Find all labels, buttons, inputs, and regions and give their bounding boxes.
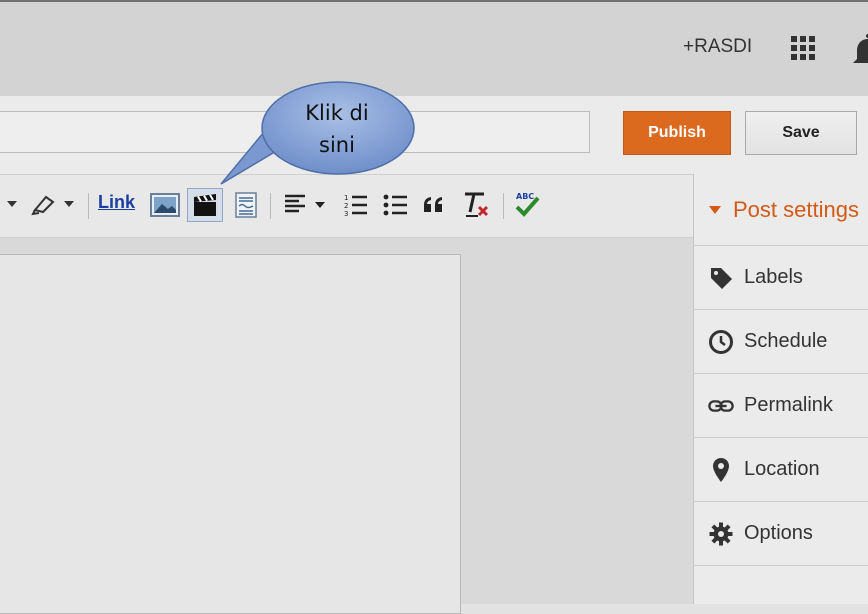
toolbar-separator bbox=[503, 193, 504, 219]
text-color-dropdown-icon[interactable] bbox=[4, 196, 20, 212]
caret-down-icon bbox=[709, 205, 721, 214]
insert-video-button[interactable] bbox=[187, 188, 223, 222]
spellcheck-button[interactable]: ABC bbox=[513, 190, 541, 218]
callout-line-2: sini bbox=[319, 133, 355, 157]
quote-button[interactable] bbox=[421, 192, 447, 218]
sidebar-item-location[interactable]: Location bbox=[693, 438, 868, 502]
callout-line-1: Klik di bbox=[305, 101, 369, 125]
bullet-list-button[interactable] bbox=[383, 192, 409, 218]
svg-text:ABC: ABC bbox=[516, 192, 534, 201]
post-settings-header[interactable]: Post settings bbox=[693, 174, 868, 246]
toolbar-separator bbox=[270, 193, 271, 219]
callout-text: Klik di sini bbox=[262, 97, 412, 161]
publish-button[interactable]: Publish bbox=[623, 111, 731, 155]
bell-icon[interactable] bbox=[851, 33, 868, 67]
spellcheck-icon: ABC bbox=[515, 192, 540, 217]
link-button[interactable]: Link bbox=[98, 192, 135, 213]
bullet-list-icon bbox=[383, 194, 407, 216]
quote-icon bbox=[424, 197, 442, 212]
apps-grid-icon[interactable] bbox=[790, 35, 816, 61]
jump-break-icon bbox=[235, 192, 257, 218]
svg-text:1: 1 bbox=[344, 194, 348, 202]
gear-icon bbox=[708, 521, 734, 547]
sidebar-item-label: Schedule bbox=[744, 330, 828, 352]
jump-break-button[interactable] bbox=[233, 192, 259, 218]
numbered-list-icon: 1 2 3 bbox=[344, 194, 367, 218]
sidebar-item-permalink[interactable]: Permalink bbox=[693, 374, 868, 438]
sidebar-item-options[interactable]: Options bbox=[693, 502, 868, 566]
svg-text:2: 2 bbox=[344, 202, 348, 210]
insert-image-button[interactable] bbox=[150, 192, 180, 218]
clock-icon bbox=[708, 329, 734, 355]
user-profile-link[interactable]: +RASDI bbox=[683, 36, 752, 58]
align-left-icon bbox=[285, 194, 325, 213]
clapperboard-icon bbox=[194, 194, 216, 216]
sidebar-item-schedule[interactable]: Schedule bbox=[693, 310, 868, 374]
save-button[interactable]: Save bbox=[745, 111, 857, 155]
chain-link-icon bbox=[708, 393, 734, 419]
remove-formatting-icon bbox=[465, 192, 489, 217]
post-body-editor[interactable] bbox=[0, 254, 461, 614]
sidebar-item-labels[interactable]: Labels bbox=[693, 246, 868, 310]
sidebar-item-label: Options bbox=[744, 522, 813, 544]
sidebar-item-label: Location bbox=[744, 458, 820, 480]
alignment-dropdown[interactable] bbox=[283, 192, 327, 216]
toolbar-separator bbox=[88, 193, 89, 219]
marker-icon bbox=[31, 195, 74, 216]
image-icon bbox=[150, 193, 180, 217]
post-settings-title: Post settings bbox=[733, 196, 859, 222]
svg-text:3: 3 bbox=[344, 210, 348, 218]
remove-formatting-button[interactable] bbox=[462, 190, 490, 220]
numbered-list-button[interactable]: 1 2 3 bbox=[343, 192, 369, 218]
map-pin-icon bbox=[708, 457, 734, 483]
tag-icon bbox=[708, 265, 734, 291]
sidebar-item-label: Permalink bbox=[744, 394, 833, 416]
highlight-color-button[interactable] bbox=[30, 190, 80, 218]
sidebar-item-label: Labels bbox=[744, 266, 803, 288]
